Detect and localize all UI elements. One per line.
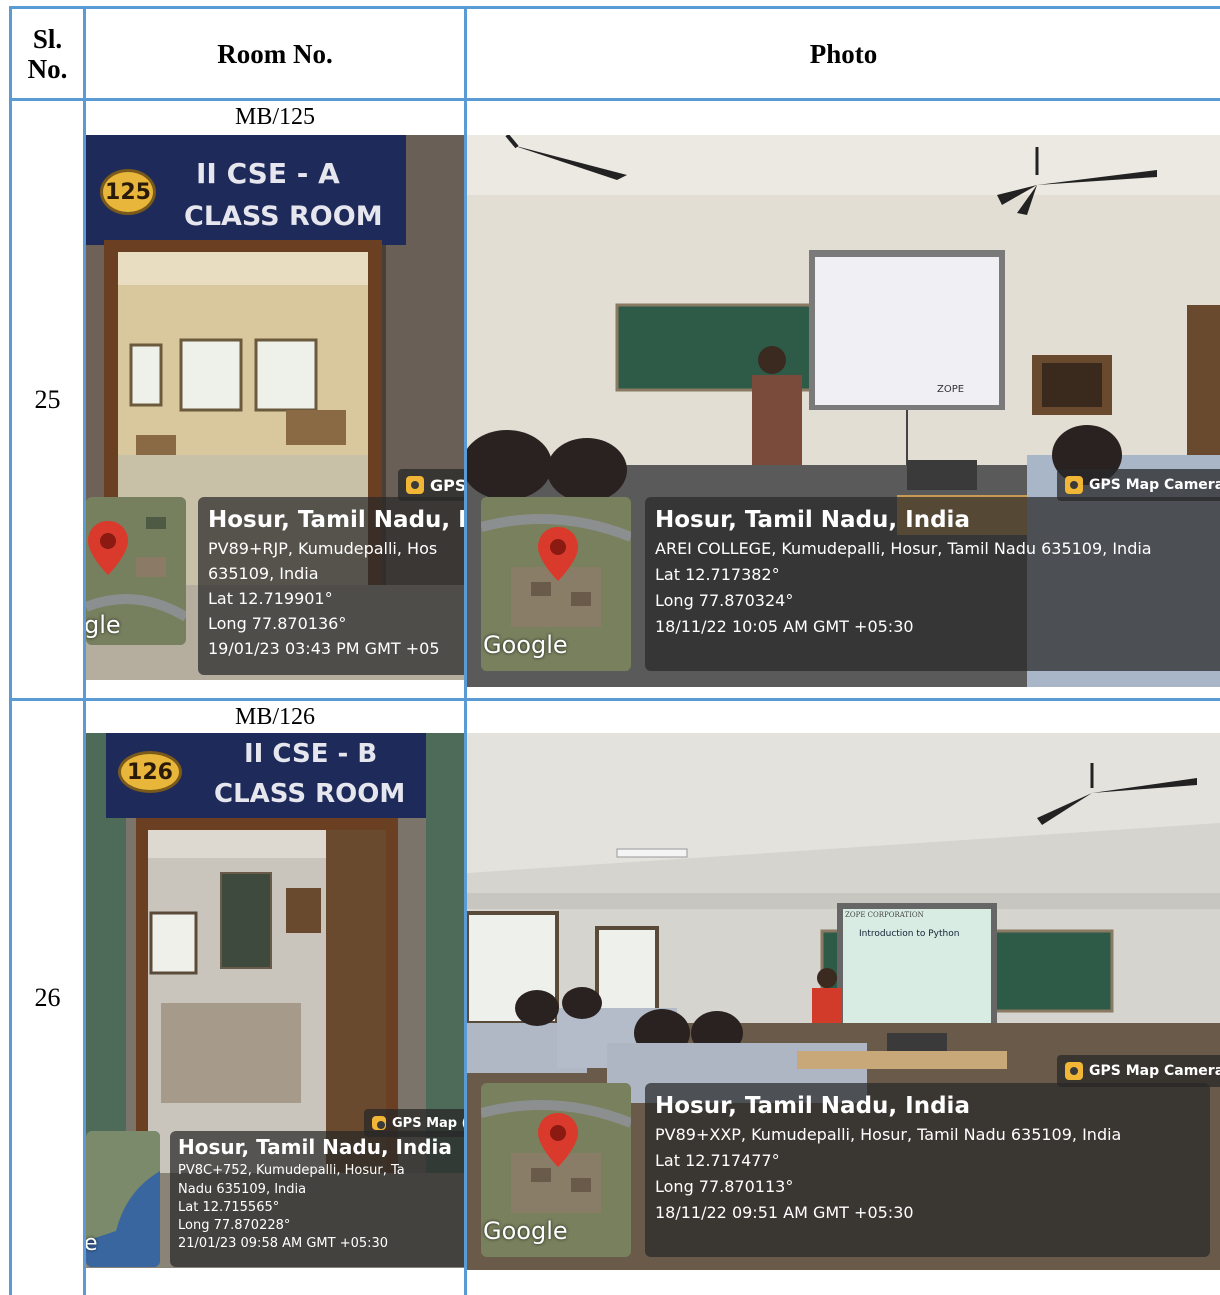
timestamp: 18/11/22 09:51 AM GMT +05:30 bbox=[655, 1203, 914, 1222]
google-watermark: Google bbox=[483, 631, 568, 659]
address-line: AREI COLLEGE, Kumudepalli, Hosur, Tamil … bbox=[655, 539, 1152, 558]
address-line-1: PV89+RJP, Kumudepalli, Hos bbox=[208, 539, 438, 558]
gps-camera-icon bbox=[406, 476, 424, 494]
door-photo: 125 II CSE - A CLASS ROOM GPS gle Hosur,… bbox=[86, 135, 464, 680]
google-watermark: gle bbox=[86, 611, 121, 639]
address-line-1: PV8C+752, Kumudepalli, Hosur, Ta bbox=[178, 1163, 405, 1178]
gps-info-overlay: Hosur, Tamil Nadu, India PV8C+752, Kumud… bbox=[170, 1131, 464, 1267]
latitude: Lat 12.715565° bbox=[178, 1200, 280, 1215]
timestamp: 19/01/23 03:43 PM GMT +05 bbox=[208, 639, 440, 658]
slide-text: ZOPE bbox=[937, 384, 965, 395]
map-thumbnail: e bbox=[86, 1131, 160, 1267]
gps-camera-icon bbox=[372, 1116, 386, 1130]
map-thumbnail: Google bbox=[481, 1083, 631, 1257]
classroom-photo: ZOPE CORPORATION Introduction to Python … bbox=[467, 733, 1220, 1270]
sign-line-1: II CSE - B bbox=[244, 739, 378, 769]
longitude: Long 77.870136° bbox=[208, 614, 347, 633]
room-no-label: MB/125 bbox=[234, 104, 315, 130]
latitude: Lat 12.719901° bbox=[208, 589, 333, 608]
timestamp: 21/01/23 09:58 AM GMT +05:30 bbox=[178, 1236, 389, 1251]
google-watermark: e bbox=[86, 1231, 98, 1256]
slide-title: Introduction to Python bbox=[859, 929, 960, 939]
gps-info-overlay: Hosur, Tamil Nadu, Ir PV89+RJP, Kumudepa… bbox=[198, 497, 464, 675]
row-divider bbox=[9, 698, 1220, 701]
latitude: Lat 12.717382° bbox=[655, 565, 780, 584]
longitude: Long 77.870324° bbox=[655, 591, 794, 610]
gps-info-overlay: Hosur, Tamil Nadu, India PV89+XXP, Kumud… bbox=[645, 1083, 1210, 1257]
room-no-label: MB/126 bbox=[234, 704, 315, 730]
gps-badge-label: GPS bbox=[430, 475, 464, 495]
address-line-2: 635109, India bbox=[208, 564, 319, 583]
address-line: PV89+XXP, Kumudepalli, Hosur, Tamil Nadu… bbox=[655, 1125, 1122, 1144]
gps-camera-icon bbox=[1065, 476, 1083, 494]
gps-info-overlay: Hosur, Tamil Nadu, India AREI COLLEGE, K… bbox=[645, 497, 1220, 671]
timestamp: 18/11/22 10:05 AM GMT +05:30 bbox=[655, 617, 914, 636]
header-bottom-border bbox=[9, 98, 1220, 101]
sign-line-2: CLASS ROOM bbox=[184, 201, 383, 232]
slide-header: ZOPE CORPORATION bbox=[845, 911, 924, 919]
sign-line-1: II CSE - A bbox=[196, 157, 340, 190]
location-title: Hosur, Tamil Nadu, India bbox=[655, 1093, 970, 1119]
sl-no-cell: 25 bbox=[34, 384, 61, 414]
longitude: Long 77.870228° bbox=[178, 1218, 291, 1233]
location-title: Hosur, Tamil Nadu, India bbox=[655, 507, 970, 533]
address-line-2: Nadu 635109, India bbox=[178, 1182, 307, 1197]
map-thumbnail: Google bbox=[481, 497, 631, 671]
sign-number-badge: 126 bbox=[118, 751, 182, 793]
latitude: Lat 12.717477° bbox=[655, 1151, 780, 1170]
header-sl-no: Sl. No. bbox=[27, 23, 68, 84]
google-watermark: Google bbox=[483, 1217, 568, 1245]
location-title: Hosur, Tamil Nadu, India bbox=[178, 1135, 452, 1159]
door-photo: 126 II CSE - B CLASS ROOM GPS Map ( e Ho… bbox=[86, 733, 464, 1268]
sign-number-badge: 125 bbox=[100, 169, 156, 215]
gps-badge-label: GPS Map Camera bbox=[1089, 477, 1220, 493]
longitude: Long 77.870113° bbox=[655, 1177, 794, 1196]
map-pin-icon bbox=[538, 527, 578, 581]
header-room-no: Room No. bbox=[217, 38, 333, 69]
map-thumbnail: gle bbox=[86, 497, 186, 645]
gps-badge-label: GPS Map ( bbox=[392, 1115, 464, 1131]
gps-camera-icon bbox=[1065, 1062, 1083, 1080]
location-title: Hosur, Tamil Nadu, Ir bbox=[208, 507, 464, 533]
map-pin-icon bbox=[538, 1113, 578, 1167]
sl-no-cell: 26 bbox=[34, 983, 61, 1012]
gps-badge-label: GPS Map Camera bbox=[1089, 1063, 1220, 1079]
classroom-photo: ZOPE GPS Map Camera Google Hosur, Tamil … bbox=[467, 135, 1220, 687]
sign-line-2: CLASS ROOM bbox=[214, 779, 406, 809]
map-pin-icon bbox=[88, 521, 128, 575]
header-photo: Photo bbox=[809, 38, 878, 69]
